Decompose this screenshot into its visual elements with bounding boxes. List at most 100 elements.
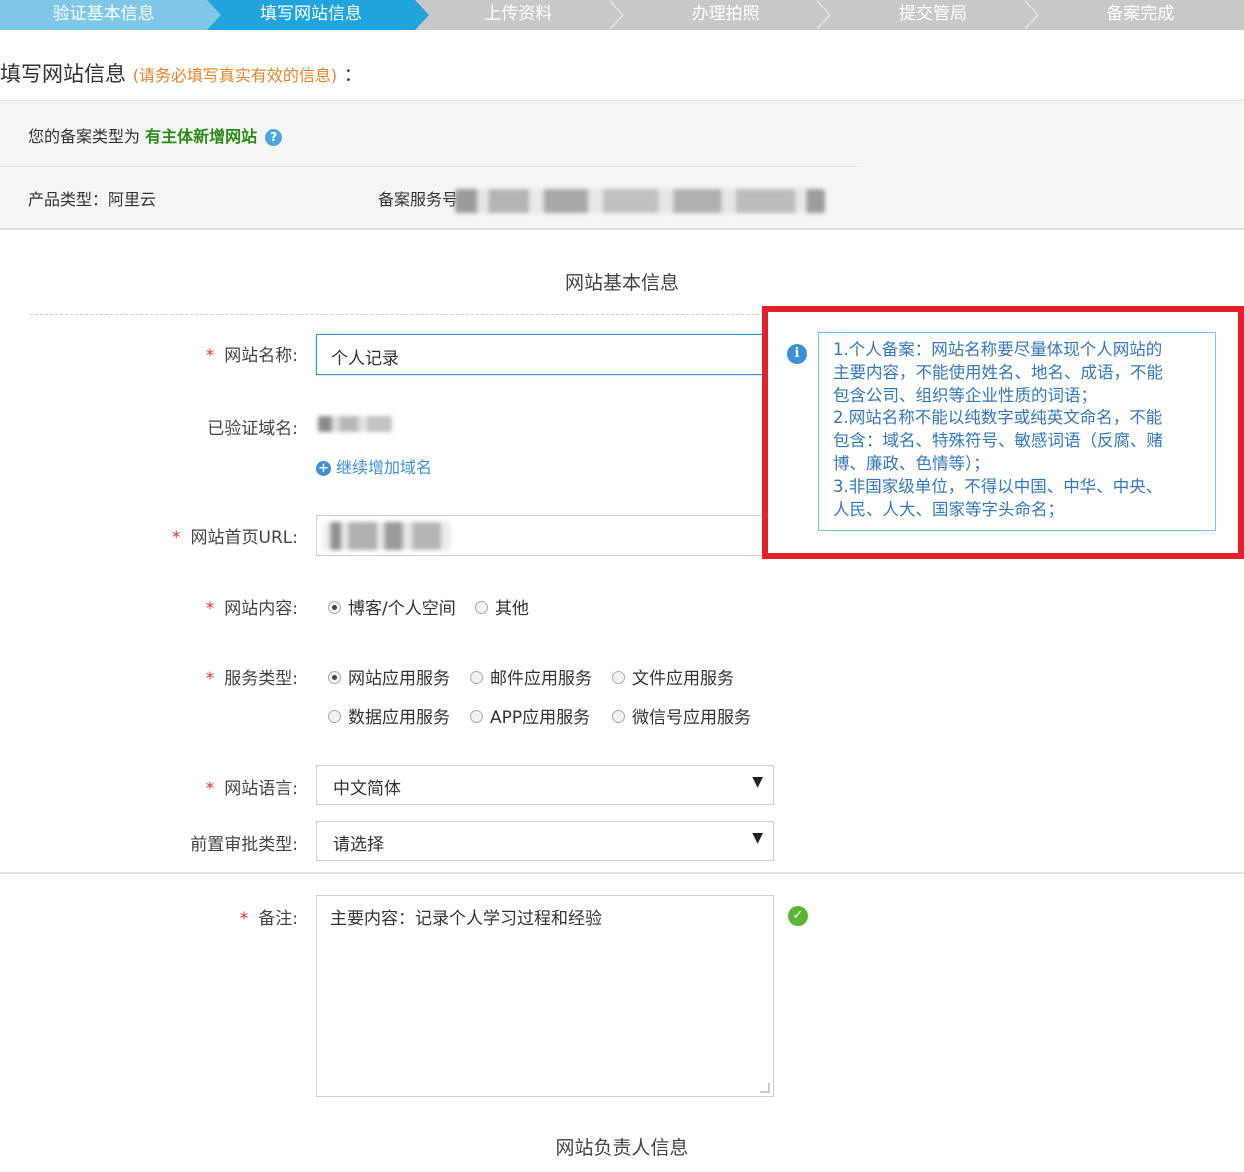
language-value: 中文简体: [333, 779, 401, 799]
homepage-url-label-text: 网站首页URL:: [190, 528, 298, 548]
progress-steps: 验证基本信息 填写网站信息 上传资料 办理拍照 提交管局 备案完成: [0, 0, 1244, 30]
service-option-label: 数据应用服务: [348, 708, 450, 728]
homepage-url-input[interactable]: [316, 515, 774, 556]
service-option-label: APP应用服务: [490, 708, 591, 728]
tip-line: 博、廉政、色情等）；: [833, 453, 990, 473]
remark-value: 主要内容：记录个人学习过程和经验: [330, 909, 602, 929]
pre-approval-label: 前置审批类型:: [190, 835, 298, 855]
service-option-mail[interactable]: 邮件应用服务: [470, 664, 592, 689]
required-mark: *: [239, 909, 249, 929]
verified-domain-label: 已验证域名:: [207, 419, 298, 439]
step-arrow: [207, 0, 222, 30]
content-option-other[interactable]: 其他: [475, 594, 529, 619]
content-option-label: 其他: [495, 599, 529, 619]
service-type-label-text: 服务类型:: [224, 669, 298, 689]
required-mark: *: [205, 346, 215, 366]
step-label: 办理拍照: [691, 4, 760, 24]
content-option-blog[interactable]: 博客/个人空间: [328, 594, 456, 619]
record-type: 您的备案类型为 有主体新增网站 ?: [28, 123, 283, 147]
service-option-label: 微信号应用服务: [632, 708, 751, 728]
step-verify-basic: 验证基本信息: [0, 0, 222, 30]
pre-approval-value: 请选择: [333, 835, 384, 855]
tip-line: 人民、人大、国家等字头命名；: [833, 499, 1064, 519]
radio-icon: [470, 670, 483, 684]
service-option-label: 网站应用服务: [348, 669, 450, 689]
step-photo: 办理拍照: [621, 0, 832, 30]
homepage-url-redacted: [323, 522, 451, 550]
caret-down-icon: ▼: [752, 774, 763, 790]
tip-line: 1.个人备案：网站名称要尽量体现个人网站的: [833, 340, 1163, 359]
step-separator-inner: [607, 0, 622, 30]
add-domain-label: 继续增加域名: [336, 458, 433, 477]
record-type-value: 有主体新增网站: [145, 127, 258, 146]
radio-icon: [470, 709, 483, 723]
required-mark: *: [172, 528, 181, 548]
step-label: 上传资料: [484, 4, 553, 24]
service-type-label: * 服务类型:: [190, 664, 298, 689]
site-name-value: 个人记录: [331, 349, 399, 369]
site-name-input[interactable]: 个人记录: [316, 334, 774, 375]
section-divider: [0, 872, 1244, 874]
section-title-owner: 网站负责人信息: [555, 1137, 689, 1159]
page-title-colon: ：: [343, 65, 362, 86]
required-mark: *: [205, 669, 215, 689]
help-icon[interactable]: ?: [265, 129, 283, 146]
remark-textarea[interactable]: 主要内容：记录个人学习过程和经验: [316, 895, 774, 1097]
divider: [0, 166, 858, 167]
tip-line: 包含：域名、特殊符号、敏感词语（反腐、赌: [833, 431, 1163, 451]
required-mark: *: [205, 779, 215, 799]
radio-icon: [612, 670, 625, 684]
page-title-text: 填写网站信息: [0, 62, 126, 86]
tip-line: 2.网站名称不能以纯数字或纯英文命名，不能: [833, 408, 1163, 428]
info-icon: i: [787, 344, 807, 364]
site-name-tip: 1.个人备案：网站名称要尽量体现个人网站的 主要内容，不能使用姓名、地名、成语，…: [818, 332, 1216, 531]
step-label: 验证基本信息: [52, 4, 155, 24]
required-mark: *: [205, 599, 215, 619]
step-label: 填写网站信息: [259, 4, 362, 24]
step-separator-inner: [815, 0, 830, 30]
tip-line: 3.非国家级单位，不得以中国、中华、中央、: [833, 476, 1163, 496]
product-type: 产品类型：阿里云: [28, 190, 157, 209]
resize-handle-icon[interactable]: [760, 1083, 770, 1093]
radio-selected-icon: [328, 600, 341, 614]
section-title-basic: 网站基本信息: [564, 272, 679, 294]
add-domain-link[interactable]: + 继续增加域名: [316, 454, 432, 478]
radio-icon: [612, 709, 625, 723]
site-content-label: * 网站内容:: [190, 594, 298, 619]
step-arrow: [414, 0, 429, 30]
plus-icon: +: [316, 461, 331, 476]
homepage-url-label: * 网站首页URL:: [160, 523, 298, 548]
radio-selected-icon: [328, 670, 341, 684]
step-label: 备案完成: [1106, 4, 1175, 24]
pre-approval-select[interactable]: 请选择 ▼: [316, 821, 774, 861]
language-select[interactable]: 中文简体 ▼: [316, 765, 774, 805]
step-submit-bureau: 提交管局: [829, 0, 1039, 30]
site-content-label-text: 网站内容:: [224, 599, 298, 619]
language-label-text: 网站语言:: [224, 779, 298, 799]
service-option-web[interactable]: 网站应用服务: [328, 664, 450, 689]
tip-line: 主要内容，不能使用姓名、地名、成语，不能: [833, 362, 1163, 382]
step-label: 提交管局: [898, 4, 967, 24]
site-name-label-text: 网站名称:: [224, 346, 298, 366]
radio-icon: [328, 709, 341, 723]
radio-icon: [475, 600, 488, 614]
service-option-label: 文件应用服务: [632, 669, 734, 689]
service-option-app[interactable]: APP应用服务: [470, 703, 590, 728]
record-info-box: 您的备案类型为 有主体新增网站 ? 产品类型：阿里云 备案服务号：: [0, 100, 1244, 230]
check-icon: ✓: [788, 906, 808, 926]
service-option-file[interactable]: 文件应用服务: [612, 664, 734, 689]
content-option-label: 博客/个人空间: [348, 599, 456, 619]
remark-label-text: 备注:: [258, 909, 298, 929]
page-title: 填写网站信息 (请务必填写真实有效的信息) ：: [0, 58, 362, 88]
step-upload-docs: 上传资料: [414, 0, 624, 30]
site-name-label: * 网站名称:: [190, 341, 298, 366]
caret-down-icon: ▼: [752, 830, 763, 846]
service-option-wechat[interactable]: 微信号应用服务: [612, 703, 751, 728]
remark-label: * 备注:: [210, 904, 298, 929]
tip-line: 包含公司、组织等企业性质的词语；: [833, 385, 1097, 405]
service-number-redacted: [455, 189, 825, 213]
service-option-data[interactable]: 数据应用服务: [328, 703, 450, 728]
step-separator-inner: [1022, 0, 1037, 30]
verified-domain-redacted: [318, 416, 392, 432]
language-label: * 网站语言:: [190, 774, 298, 799]
